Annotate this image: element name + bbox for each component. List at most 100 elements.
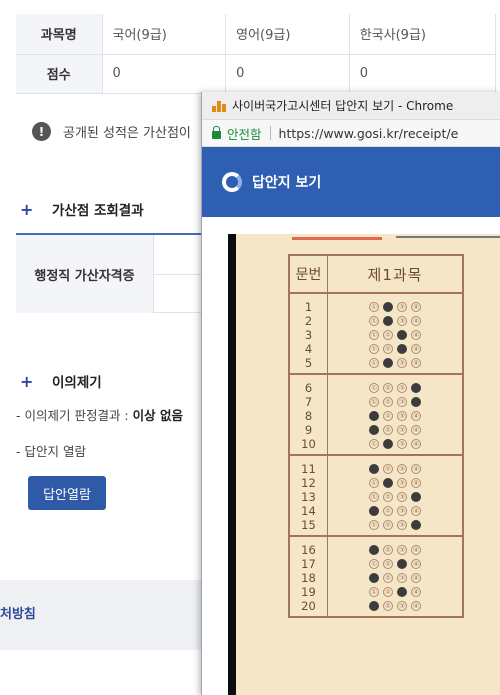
answer-bubble: ④ [411, 573, 421, 583]
question-number: 7 [304, 395, 313, 409]
answer-bubble: ④ [411, 344, 421, 354]
answer-bubble: ① [369, 464, 379, 474]
answer-row: ①②③④ [328, 395, 462, 409]
answer-bubble: ② [383, 478, 393, 488]
answer-bubble: ④ [411, 601, 421, 611]
answer-row: ①②③④ [328, 381, 462, 395]
plus-icon[interactable]: + [20, 372, 38, 391]
answer-bubble: ③ [397, 397, 407, 407]
circle-logo-icon [222, 172, 242, 192]
answer-bubble: ② [383, 559, 393, 569]
answer-bubble: ② [383, 302, 393, 312]
answer-row: ①②③④ [328, 571, 462, 585]
answer-bubble: ③ [397, 383, 407, 393]
answer-bubble: ② [383, 330, 393, 340]
answer-bubble: ② [383, 425, 393, 435]
lock-icon [212, 125, 221, 139]
answer-bubble: ③ [397, 506, 407, 516]
answer-bubble: ② [383, 344, 393, 354]
answer-bubble: ③ [397, 358, 407, 368]
answer-bubble: ① [369, 587, 379, 597]
objection-result-prefix: - 이의제기 판정결과 : [16, 408, 133, 423]
answer-sheet-viewer[interactable]: 문번 제1과목 1 2 3 4 5 ① ② ③ ④ ① ② ③ ④ ① ② ③ ④ ① ② ③ ④ ① ② ③ ④ 6 7 8 9 10 ①… [202, 234, 500, 695]
exclamation-circle-icon: ! [32, 122, 51, 141]
table-row: 점수 0 0 0 [16, 54, 497, 94]
bonus-section-title[interactable]: + 가산점 조회결과 [20, 199, 144, 220]
answer-bubble: ② [383, 506, 393, 516]
answer-bubble: ④ [411, 425, 421, 435]
answer-bubble: ④ [411, 587, 421, 597]
answer-bubble: ③ [397, 559, 407, 569]
answer-bubble: ③ [397, 330, 407, 340]
score-english: 0 [225, 54, 350, 94]
answer-bubble: ④ [411, 411, 421, 421]
answer-bubble: ④ [411, 439, 421, 449]
answer-bubble: ① [369, 492, 379, 502]
answer-row: ①②③④ [328, 476, 462, 490]
divider [269, 126, 271, 140]
question-number: 6 [304, 381, 313, 395]
objection-section-title[interactable]: + 이의제기 [20, 371, 102, 392]
answer-row: ①②③④ [328, 409, 462, 423]
table-row: 과목명 국어(9급) 영어(9급) 한국사(9급) [16, 14, 497, 55]
answer-bubble: ③ [397, 520, 407, 530]
question-number: 15 [301, 518, 316, 532]
address-bar[interactable]: 안전함 https://www.gosi.kr/receipt/e [202, 119, 500, 147]
answer-bubble: ① [369, 316, 379, 326]
answer-bubble: ③ [397, 439, 407, 449]
score-header-label: 점수 [16, 54, 103, 94]
plus-icon[interactable]: + [20, 200, 38, 219]
answer-bubble: ④ [411, 492, 421, 502]
answer-bubble: ① [369, 344, 379, 354]
answer-bubble: ④ [411, 302, 421, 312]
notice: ! 공개된 성적은 가산점이 [32, 122, 191, 141]
answer-sheet-popup-window[interactable]: 사이버국가고시센터 답안지 보기 - Chrome 안전함 https://ww… [201, 92, 500, 695]
answer-bubble: ③ [397, 478, 407, 488]
answer-bubble: ③ [397, 316, 407, 326]
answer-row: ①②③④ [328, 599, 462, 613]
answer-bubble: ③ [397, 492, 407, 502]
answer-bubble: ① [369, 520, 379, 530]
answer-bubble: ② [383, 492, 393, 502]
question-number: 12 [301, 476, 316, 490]
answer-bubble: ① [369, 425, 379, 435]
bonus-row-label: 행정직 가산자격증 [16, 235, 154, 313]
answer-bubbles: ①②③④①②③④①②③④①②③④①②③④ [328, 294, 462, 373]
question-number: 9 [304, 423, 313, 437]
sheet-top-mark [292, 234, 382, 240]
question-numbers: 11 12 13 14 15 [290, 456, 328, 535]
footer-link[interactable]: 처방침 [0, 603, 36, 622]
answer-row: ①②③④ [328, 328, 462, 342]
answer-bubble: ④ [411, 383, 421, 393]
answer-sheet-view-label: - 답안지 열람 [16, 444, 86, 459]
score-history: 0 [349, 54, 497, 94]
subject-history: 한국사(9급) [349, 14, 497, 55]
popup-window-title: 사이버국가고시센터 답안지 보기 - Chrome [232, 99, 454, 113]
notice-text: 공개된 성적은 가산점이 [63, 126, 191, 141]
answer-bubble: ① [369, 573, 379, 583]
answer-row: ①②③④ [328, 543, 462, 557]
subject-header: 제1과목 [367, 265, 423, 284]
answer-sheet-image: 문번 제1과목 1 2 3 4 5 ① ② ③ ④ ① ② ③ ④ ① ② ③ ④ ① ② ③ ④ ① ② ③ ④ 6 7 8 9 10 ①… [236, 234, 500, 695]
answer-bubble: ① [369, 439, 379, 449]
answer-bubble: ② [383, 601, 393, 611]
answer-bubble: ① [369, 383, 379, 393]
answer-row: ①②③④ [328, 585, 462, 599]
answer-bubble: ④ [411, 397, 421, 407]
popup-titlebar[interactable]: 사이버국가고시센터 답안지 보기 - Chrome [202, 92, 500, 119]
score-table: 과목명 국어(9급) 영어(9급) 한국사(9급) 점수 0 0 0 [16, 14, 497, 94]
subject-english: 영어(9급) [225, 14, 350, 55]
answer-row: ①②③④ [328, 462, 462, 476]
answer-row: ①②③④ [328, 437, 462, 451]
answer-bubble: ① [369, 601, 379, 611]
answer-bubble: ② [383, 573, 393, 583]
answer-bubble: ② [383, 545, 393, 555]
answer-bubble: ③ [397, 545, 407, 555]
answer-row: ①②③④ [328, 300, 462, 314]
view-answer-sheet-button[interactable]: 답안열람 [28, 476, 106, 510]
url-text[interactable]: https://www.gosi.kr/receipt/e [279, 126, 459, 141]
answer-bubble: ④ [411, 316, 421, 326]
answer-bubble: ② [383, 411, 393, 421]
bonus-table: 행정직 가산자격증 [16, 233, 206, 313]
question-number: 19 [301, 585, 316, 599]
